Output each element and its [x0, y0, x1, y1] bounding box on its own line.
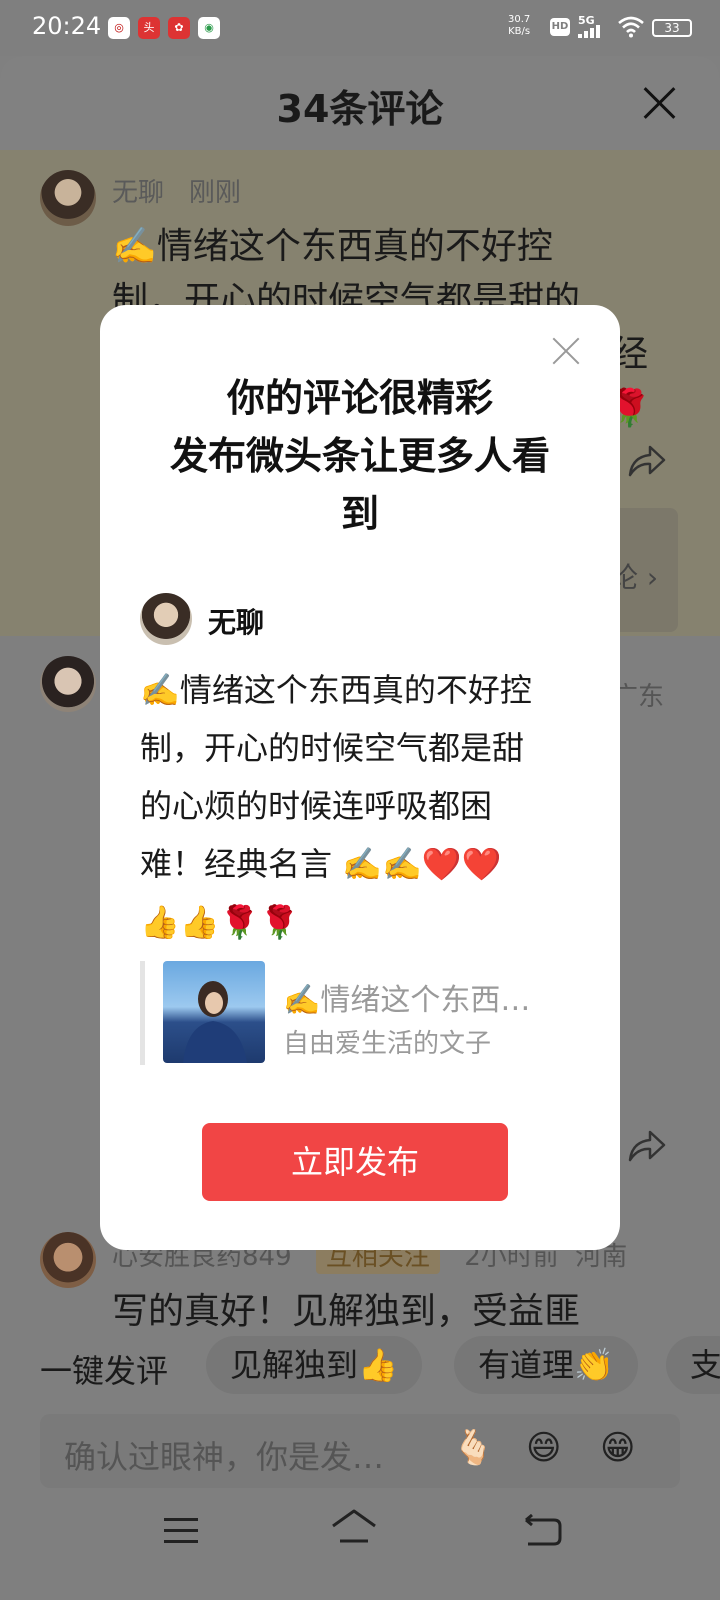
- comment-meta: 无聊 刚刚: [112, 172, 241, 209]
- quote-author: 自由爱生活的文子: [283, 1029, 492, 1059]
- publish-dialog: 你的评论很精彩 发布微头条让更多人看 到 无聊 ✍️情绪这个东西真的不好控 制，…: [100, 305, 620, 1250]
- comments-count-title: 34条评论: [276, 87, 444, 131]
- back-icon[interactable]: [522, 1514, 562, 1548]
- system-nav-bar: [0, 1464, 720, 1600]
- quick-comment-label: 一键发评: [40, 1352, 169, 1390]
- quick-comment-chip[interactable]: 有道理👏: [454, 1336, 638, 1394]
- comment-time: 刚刚: [188, 178, 241, 208]
- dialog-title: 你的评论很精彩 发布微头条让更多人看 到: [169, 376, 550, 536]
- dialog-username: 无聊: [208, 606, 265, 639]
- quote-title: ✍️情绪这个东西…: [283, 983, 531, 1018]
- avatar: [140, 593, 192, 645]
- article-thumbnail: [163, 961, 265, 1063]
- share-icon[interactable]: [626, 1128, 668, 1164]
- close-icon[interactable]: [552, 337, 580, 365]
- hd-icon: HD: [550, 18, 570, 36]
- app2-notification-icon: ✿: [168, 17, 190, 39]
- quick-comment-chip[interactable]: 支: [666, 1336, 720, 1394]
- avatar[interactable]: [40, 1232, 96, 1288]
- menu-icon[interactable]: [164, 1518, 198, 1544]
- wifi-icon: [618, 16, 644, 38]
- avatar[interactable]: [40, 656, 96, 712]
- quick-comment-chip[interactable]: 见解独到👍: [206, 1336, 422, 1394]
- news-notification-icon: 头: [138, 17, 160, 39]
- home-icon[interactable]: [330, 1508, 378, 1544]
- quoted-article: ✍️情绪这个东西… 自由爱生活的文子: [140, 961, 580, 1065]
- avatar[interactable]: [40, 170, 96, 226]
- emoji-button[interactable]: 😄: [526, 1428, 561, 1468]
- close-icon[interactable]: [640, 84, 678, 122]
- comment-user[interactable]: 无聊: [112, 178, 164, 208]
- dialog-comment-text: ✍️情绪这个东西真的不好控 制，开心的时候空气都是甜 的心烦的时候连呼吸都困 难…: [140, 671, 532, 941]
- app-notification-icon: ◎: [108, 17, 130, 39]
- quick-comment-row: 一键发评 见解独到👍 有道理👏 支: [0, 1336, 720, 1396]
- app3-notification-icon: ◉: [198, 17, 220, 39]
- signal-icon: [578, 24, 604, 38]
- share-icon[interactable]: [626, 443, 668, 479]
- network-speed: 30.7 KB/s: [508, 14, 531, 37]
- sheet-header: 34条评论: [0, 56, 720, 150]
- publish-now-button[interactable]: 立即发布: [202, 1123, 508, 1201]
- status-bar: 20:24 ◎ 头 ✿ ◉ 30.7 KB/s HD 5G 33: [0, 0, 720, 56]
- status-time: 20:24: [32, 12, 102, 40]
- emoji-button[interactable]: 🫰🏻: [452, 1428, 494, 1468]
- battery-indicator: 33: [652, 19, 692, 37]
- emoji-button[interactable]: 😁: [600, 1428, 635, 1468]
- comment-text: 写的真好！见解独到，受益匪: [112, 1291, 581, 1332]
